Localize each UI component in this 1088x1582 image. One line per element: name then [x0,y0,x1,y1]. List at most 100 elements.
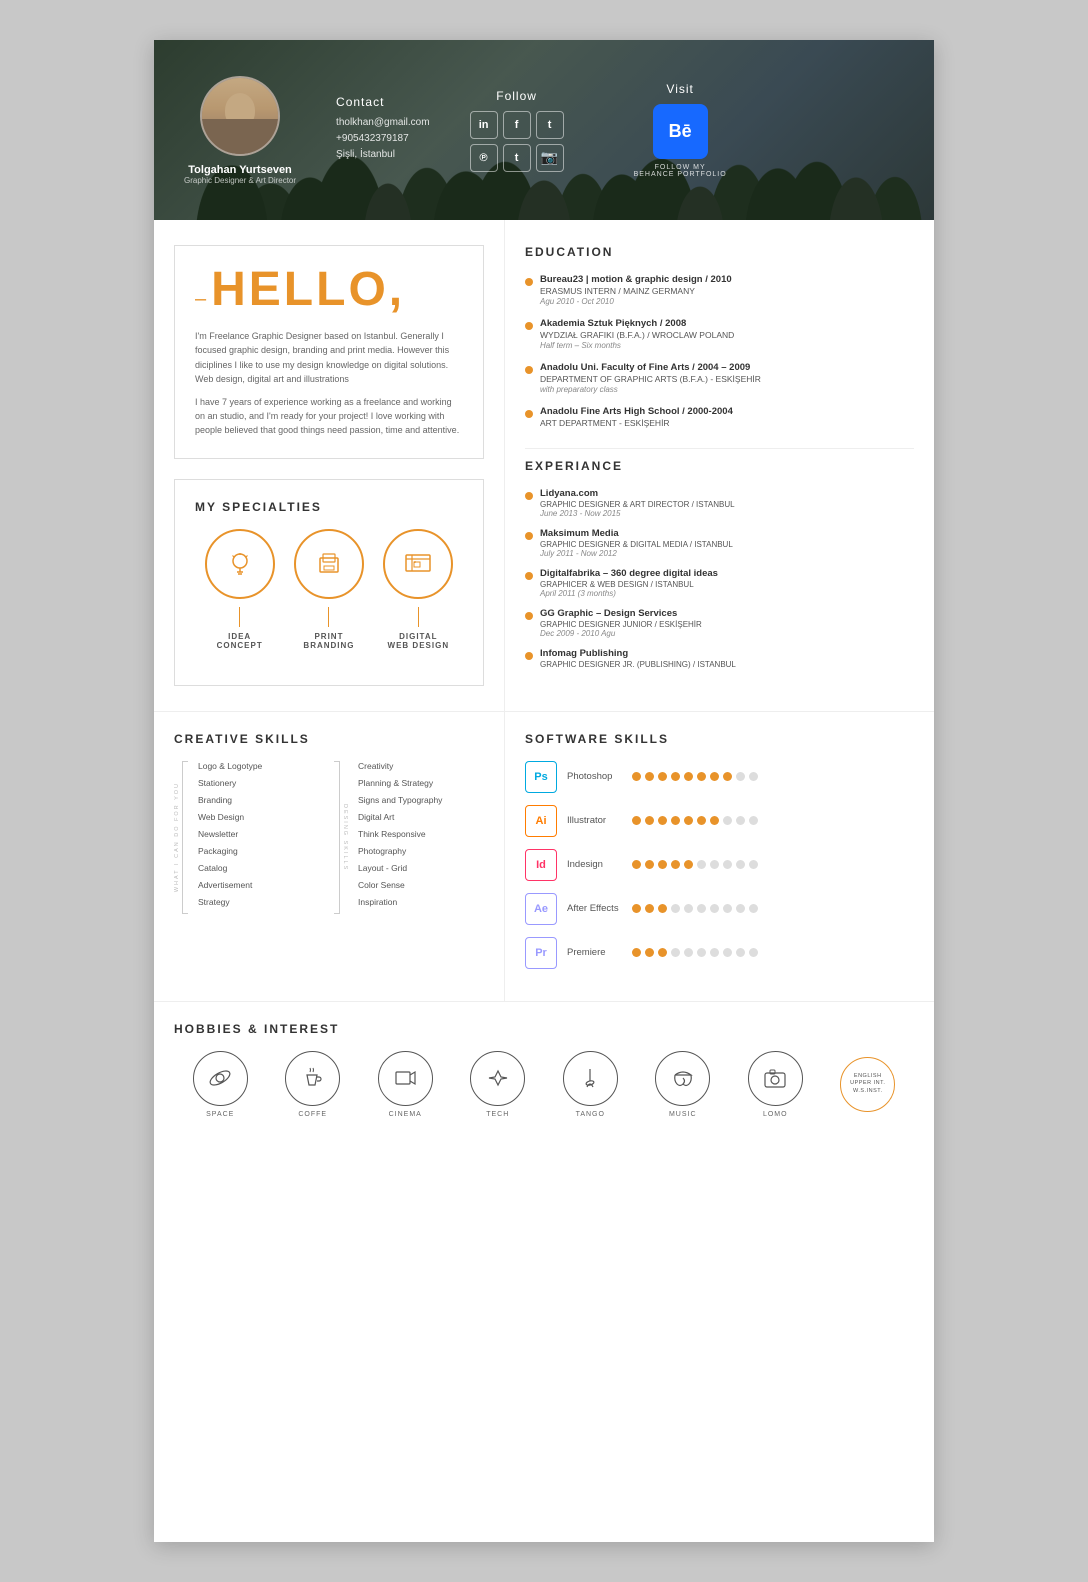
exp-item-5: Infomag Publishing GRAPHIC DESIGNER JR. … [525,648,914,669]
tech-icon [470,1051,525,1106]
id-dot-3 [658,860,667,869]
avatar [200,76,280,156]
hello-section: – HELLO, I'm Freelance Graphic Designer … [174,245,484,459]
hobby-english: ENGLISHUPPER INT.W.S.INST. [840,1057,895,1112]
instagram-icon[interactable]: 📷 [536,144,564,172]
behance-logo[interactable]: Bē [653,104,708,159]
pr-dot-8 [723,948,732,957]
exp-role-5: GRAPHIC DESIGNER JR. (PUBLISHING) / ISTA… [540,660,914,669]
ai-dot-2 [645,816,654,825]
ai-dot-1 [632,816,641,825]
exp-dot-4 [525,612,533,620]
exp-date-4: Dec 2009 - 2010 Agu [540,629,914,638]
sw-premiere: Pr Premiere [525,937,914,969]
education-title: EDUCATION [525,245,914,259]
software-skills-section: SOFTWARE SKILLS Ps Photoshop [505,712,934,1001]
specialty-digital: DIGITALWEB DESIGN [383,529,453,650]
exp-role-2: GRAPHIC DESIGNER & DIGITAL MEDIA / ISTAN… [540,540,914,549]
edu-inst-4: ART DEPARTMENT - ESKİŞEHİR [540,418,914,428]
bio-paragraph-1: I'm Freelance Graphic Designer based on … [195,329,463,387]
linkedin-icon[interactable]: in [470,111,498,139]
coffee-icon [285,1051,340,1106]
design-skills-label: DESING SKILLS [342,804,348,871]
music-label: MUSIC [669,1111,697,1118]
ps-dot-4 [671,772,680,781]
facebook-icon[interactable]: f [503,111,531,139]
music-icon [655,1051,710,1106]
id-dot-1 [632,860,641,869]
skill-digital-art: Digital Art [358,812,484,823]
exp-company-1: Lidyana.com [540,488,914,499]
follow-label: Follow [470,89,564,103]
hobbies-title: HOBBIES & INTEREST [174,1022,914,1036]
ps-dot-3 [658,772,667,781]
ps-dot-10 [749,772,758,781]
pinterest-icon[interactable]: ℗ [470,144,498,172]
divider-edu-exp [525,448,914,449]
skill-newsletter: Newsletter [198,829,324,840]
ae-dot-3 [658,904,667,913]
specialty-label-idea: IDEACONCEPT [217,632,263,650]
specialty-label-print: PRINTBRANDING [303,632,354,650]
twitter-icon[interactable]: t [536,111,564,139]
specialty-line-3 [418,607,419,627]
ps-dots [632,772,758,781]
education-section: EDUCATION Bureau23 | motion & graphic de… [525,245,914,428]
skill-strategy: Strategy [198,897,324,908]
skill-creativity: Creativity [358,761,484,772]
id-icon: Id [525,849,557,881]
tumblr-icon[interactable]: t [503,144,531,172]
ai-icon: Ai [525,805,557,837]
exp-dot-1 [525,492,533,500]
ai-dot-5 [684,816,693,825]
hobby-tango: TANGO [563,1051,618,1118]
creative-col-1: Logo & Logotype Stationery Branding Web … [198,761,324,914]
edu-dot-2 [525,322,533,330]
coffee-label: COFFE [298,1111,327,1118]
id-dot-5 [684,860,693,869]
ae-dot-2 [645,904,654,913]
specialties-icons: IDEACONCEPT PRINTBRANDING [195,529,463,650]
id-dot-6 [697,860,706,869]
ps-dot-7 [710,772,719,781]
skill-layout: Layout - Grid [358,863,484,874]
exp-item-3: Digitalfabrika – 360 degree digital idea… [525,568,914,598]
pr-dots [632,948,758,957]
id-dot-7 [710,860,719,869]
hobby-lomo: LOMO [748,1051,803,1118]
exp-item-1: Lidyana.com GRAPHIC DESIGNER & ART DIREC… [525,488,914,518]
pr-dot-2 [645,948,654,957]
skill-web-design: Web Design [198,812,324,823]
id-dot-4 [671,860,680,869]
ae-label: After Effects [567,903,632,914]
ai-dot-9 [736,816,745,825]
exp-dot-5 [525,652,533,660]
ai-dots [632,816,758,825]
follow-section: Follow in f t ℗ t 📷 [470,89,564,172]
skill-planning: Planning & Strategy [358,778,484,789]
contact-section: Contact tholkhan@gmail.com +905432379187… [336,95,430,165]
cinema-icon [378,1051,433,1106]
edu-inst-3: DEPARTMENT OF GRAPHIC ARTS (B.F.A.) - ES… [540,374,914,384]
id-dot-2 [645,860,654,869]
exp-item-4: GG Graphic – Design Services GRAPHIC DES… [525,608,914,638]
exp-company-3: Digitalfabrika – 360 degree digital idea… [540,568,914,579]
ps-dot-8 [723,772,732,781]
pr-dot-10 [749,948,758,957]
header-content: Tolgahan Yurtseven Graphic Designer & Ar… [184,76,904,185]
sw-illustrator: Ai Illustrator [525,805,914,837]
specialties-section: MY SPECIALTIES [174,479,484,686]
ps-icon: Ps [525,761,557,793]
id-dot-9 [736,860,745,869]
space-label: SPACE [206,1111,234,1118]
pr-label: Premiere [567,947,632,958]
id-label: Indesign [567,859,632,870]
exp-company-4: GG Graphic – Design Services [540,608,914,619]
space-icon [193,1051,248,1106]
skill-think-responsive: Think Responsive [358,829,484,840]
ai-dot-7 [710,816,719,825]
creative-skills-section: CREATIVE SKILLS WHAT I CAN DO FOR YOU Lo… [154,712,505,1001]
skill-packaging: Packaging [198,846,324,857]
skills-row: CREATIVE SKILLS WHAT I CAN DO FOR YOU Lo… [154,711,934,1001]
edu-dot-3 [525,366,533,374]
